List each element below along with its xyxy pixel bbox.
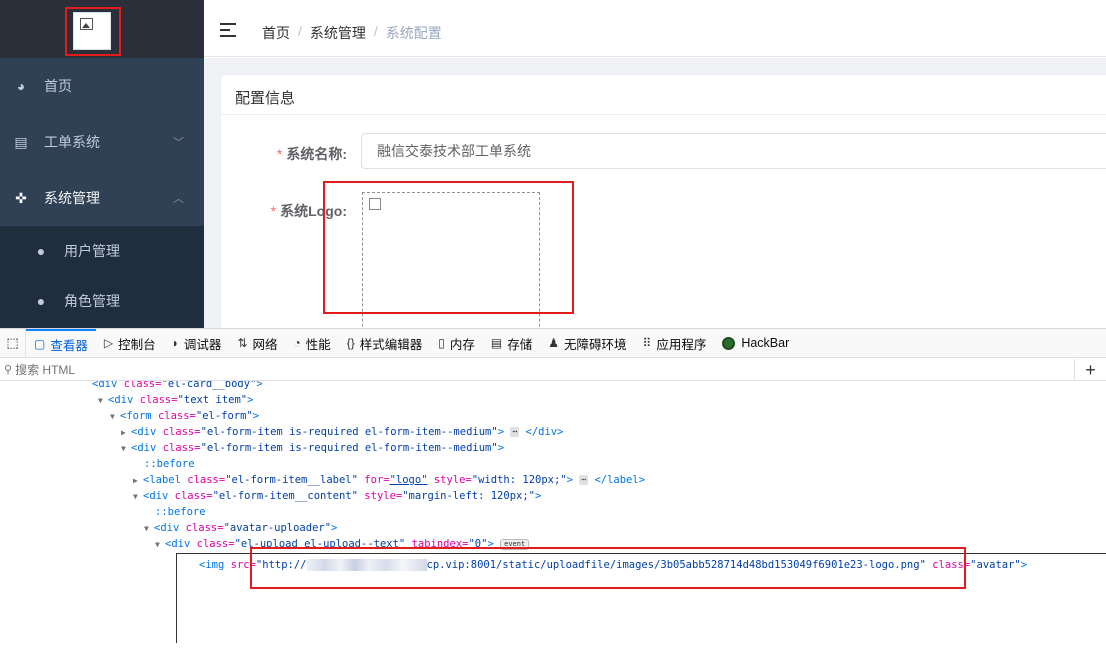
tree-node[interactable]: ::before: [144, 456, 195, 472]
console-icon: ▷: [103, 336, 114, 350]
system-logo-label: * 系统Logo:: [270, 203, 347, 219]
tab-label: 网络: [252, 337, 278, 352]
devtools-panel: ⬚ ▢ 查看器 ▷ 控制台 ◗ 调试器 ⇅ 网络 ◔ 性能 {} 样式编辑器 ▯ 内存 ▤ 存储 ♟ 无障碍环境 ⠿…: [0, 328, 1106, 647]
accessibility-icon: ♟: [548, 336, 559, 350]
tab-hackbar[interactable]: HackBar: [714, 329, 797, 358]
config-card: 配置信息 * 系统名称: 融信交泰技术部工单系统 * 系统Logo:: [220, 74, 1106, 328]
tab-label: 样式编辑器: [359, 337, 423, 352]
breadcrumb-separator: /: [298, 23, 302, 39]
performance-icon: ◔: [293, 336, 301, 350]
html-search: ⚲ 搜索 HTML +: [0, 359, 1106, 381]
logo-uploader[interactable]: [362, 192, 540, 328]
tab-label: 控制台: [118, 337, 156, 352]
hackbar-icon: [722, 336, 736, 350]
tab-inspector[interactable]: ▢ 查看器: [26, 328, 96, 358]
card-title: 配置信息: [221, 75, 1106, 115]
debugger-icon: ◗: [171, 336, 179, 350]
sidebar-item-users[interactable]: ● 用户管理: [0, 226, 204, 276]
event-badge[interactable]: event: [500, 538, 530, 550]
tab-label: 应用程序: [656, 337, 707, 352]
tab-performance[interactable]: ◔ 性能: [285, 329, 338, 358]
tab-label: 无障碍环境: [564, 337, 627, 352]
network-icon: ⇅: [237, 336, 248, 350]
sidebar-item-tickets[interactable]: ▤ 工单系统 ﹀: [0, 114, 204, 170]
chevron-up-icon: ︿: [173, 193, 184, 205]
app-window: ◕ 首页 ▤ 工单系统 ﹀ ✜ 系统管理 ︿ ● 用户管理 ● 角色管理 首页 …: [0, 0, 1106, 328]
top-strip: [204, 0, 1106, 7]
sidebar-item-system[interactable]: ✜ 系统管理 ︿: [0, 170, 204, 226]
sidebar-submenu: ● 用户管理 ● 角色管理: [0, 226, 204, 328]
sidebar-item-home[interactable]: ◕ 首页: [0, 58, 204, 114]
system-logo[interactable]: [73, 12, 111, 50]
system-name-label: * 系统名称:: [276, 146, 347, 162]
sidebar-item-label: 系统管理: [44, 190, 100, 206]
breadcrumb-current: 系统配置: [385, 25, 442, 41]
tree-node[interactable]: ▶ <div class="el-form-item is-required el…: [121, 424, 563, 440]
tree-node[interactable]: ▶ <label class="el-form-item__label" for=…: [133, 472, 645, 488]
tab-memory[interactable]: ▯ 内存: [430, 329, 483, 358]
tab-label: 存储: [507, 337, 533, 352]
redacted-host: [306, 559, 427, 571]
sidebar-item-label: 角色管理: [64, 293, 120, 309]
sidebar-item-label: 首页: [44, 78, 72, 94]
tree-node[interactable]: <div class="el-card__body">: [92, 381, 263, 392]
img-node-line[interactable]: <img src="http://cp.vip:8001/static/uplo…: [199, 559, 1027, 571]
navbar: 首页 / 系统管理 / 系统配置: [204, 7, 1106, 57]
main-content: 配置信息 * 系统名称: 融信交泰技术部工单系统 * 系统Logo:: [204, 58, 1106, 328]
broken-image-icon: [80, 18, 93, 30]
breadcrumb-system[interactable]: 系统管理: [310, 23, 366, 43]
element-picker-icon[interactable]: ⬚: [0, 328, 26, 358]
sidebar-item-label: 工单系统: [44, 134, 100, 150]
tab-label: 查看器: [50, 338, 88, 353]
tree-node[interactable]: ▼ <div class="avatar-uploader">: [144, 520, 337, 536]
sidebar-item-label: 用户管理: [64, 243, 120, 259]
img-node-tooltip: <img src="http://cp.vip:8001/static/uplo…: [176, 553, 1106, 643]
user-icon: ●: [36, 243, 46, 259]
tab-debugger[interactable]: ◗ 调试器: [164, 329, 230, 358]
chevron-down-icon: ﹀: [173, 137, 184, 149]
tab-label: 内存: [449, 337, 475, 352]
tree-node[interactable]: ::before: [155, 504, 206, 520]
system-name-input[interactable]: 融信交泰技术部工单系统: [361, 133, 1106, 169]
application-icon: ⠿: [642, 336, 652, 350]
memory-icon: ▯: [438, 336, 445, 350]
tree-node[interactable]: ▼ <div class="el-upload el-upload--text" …: [155, 536, 530, 552]
tree-node[interactable]: ▼ <form class="el-form">: [110, 408, 259, 424]
add-node-button[interactable]: +: [1074, 359, 1106, 381]
breadcrumb: 首页 / 系统管理 / 系统配置: [262, 23, 442, 43]
broken-image-icon: [369, 198, 381, 210]
dashboard-icon: ◕: [16, 78, 26, 94]
breadcrumb-home[interactable]: 首页: [262, 23, 290, 43]
calendar-icon: ▤: [14, 133, 28, 150]
hamburger-icon[interactable]: [220, 22, 238, 38]
style-editor-icon: {}: [346, 336, 355, 350]
search-icon: ⚲: [4, 364, 13, 376]
tab-label: 性能: [305, 337, 331, 352]
tab-application[interactable]: ⠿ 应用程序: [635, 329, 715, 358]
tab-style-editor[interactable]: {} 样式编辑器: [339, 329, 431, 358]
tab-label: HackBar: [741, 336, 790, 350]
devtools-toolbar: ⬚ ▢ 查看器 ▷ 控制台 ◗ 调试器 ⇅ 网络 ◔ 性能 {} 样式编辑器 ▯ 内存 ▤ 存储 ♟ 无障碍环境 ⠿…: [0, 328, 1106, 358]
tree-node[interactable]: ▼ <div class="el-form-item__content" styl…: [133, 488, 541, 504]
breadcrumb-separator: /: [373, 23, 378, 39]
tree-node[interactable]: ▼ <div class="el-form-item is-required el…: [121, 440, 504, 456]
tab-console[interactable]: ▷ 控制台: [96, 329, 164, 358]
settings-icon: ✜: [15, 189, 27, 206]
sidebar-logo-area: [0, 0, 204, 58]
sidebar: ◕ 首页 ▤ 工单系统 ﹀ ✜ 系统管理 ︿ ● 用户管理 ● 角色管理: [0, 0, 204, 328]
inspector-icon: ▢: [34, 337, 46, 351]
html-search-input[interactable]: 搜索 HTML: [15, 361, 75, 378]
tab-label: 调试器: [183, 337, 222, 352]
tab-network[interactable]: ⇅ 网络: [229, 329, 285, 358]
sidebar-item-roles[interactable]: ● 角色管理: [0, 276, 204, 326]
users-icon: ●: [36, 293, 46, 309]
tab-storage[interactable]: ▤ 存储: [483, 329, 540, 358]
tab-accessibility[interactable]: ♟ 无障碍环境: [540, 329, 634, 358]
storage-icon: ▤: [490, 336, 503, 350]
tree-node[interactable]: ▼ <div class="text item">: [98, 392, 253, 408]
